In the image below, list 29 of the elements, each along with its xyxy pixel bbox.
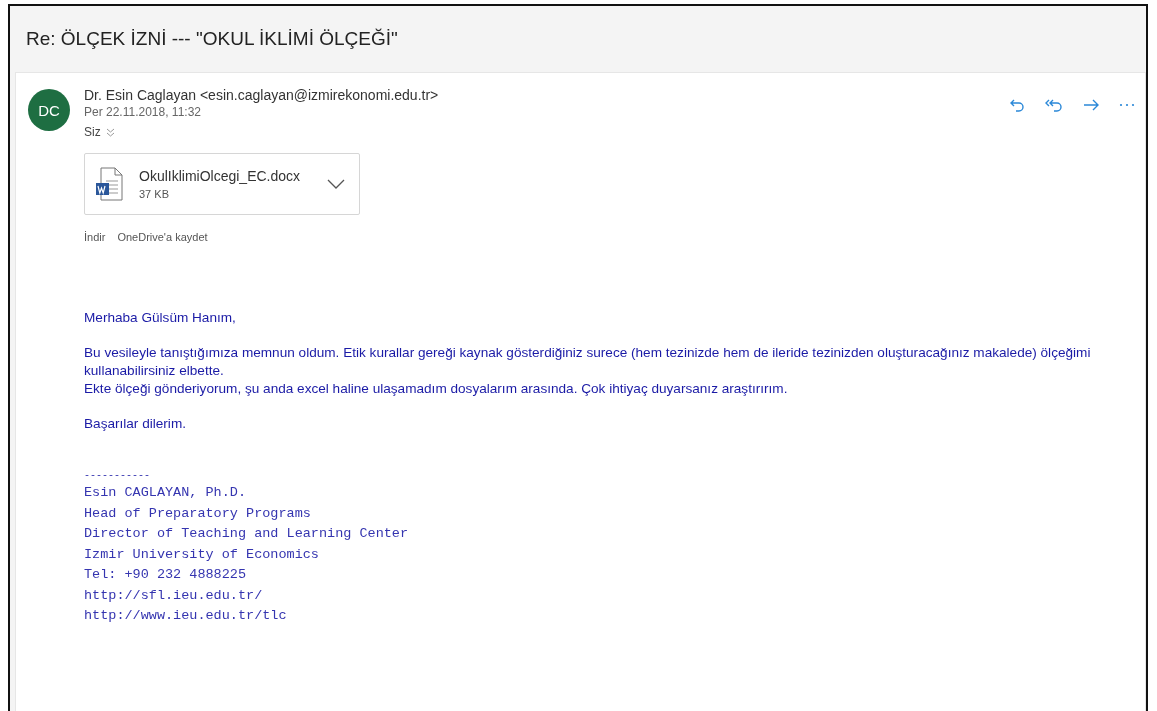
message-date: Per 22.11.2018, 11:32 bbox=[84, 105, 202, 119]
signature-line: ----------- bbox=[84, 469, 151, 483]
avatar: DC bbox=[28, 89, 70, 131]
more-icon[interactable] bbox=[1119, 103, 1135, 107]
signature-line: http://www.ieu.edu.tr/tlc bbox=[84, 607, 288, 625]
body-text: Merhaba Gülsüm Hanım, bbox=[84, 309, 237, 327]
attachment-action-link[interactable]: OneDrive'a kaydet bbox=[117, 231, 208, 243]
reply-icon[interactable] bbox=[1009, 97, 1025, 113]
recipient: Siz bbox=[84, 125, 101, 139]
forward-icon[interactable] bbox=[1083, 97, 1099, 113]
attachment-card[interactable]: OkulIklimiOlcegi_EC.docx 37 KB bbox=[84, 153, 360, 215]
signature-line: Director of Teaching and Learning Center bbox=[84, 525, 410, 543]
attachment-action-link[interactable]: İndir bbox=[84, 231, 106, 243]
signature-line: Esin CAGLAYAN, Ph.D. bbox=[84, 484, 248, 502]
signature-line: Izmir University of Economics bbox=[84, 545, 320, 564]
expand-icon[interactable] bbox=[105, 127, 115, 137]
signature-line: Tel: +90 232 4888225 bbox=[84, 566, 248, 584]
chevron-down-icon[interactable] bbox=[327, 179, 345, 189]
body-text: Ekte ölçeği gönderiyorum, şu anda excel haline ulaşamadım dosyalarım arasında. Çok ihtiyaç duyarsanız araştırırım. bbox=[84, 380, 789, 398]
signature-line: http://sfl.ieu.edu.tr/ bbox=[84, 586, 264, 605]
word-document-icon bbox=[95, 167, 123, 201]
body-text: Başarılar dilerim. bbox=[84, 415, 187, 433]
attachment-size: 37 KB bbox=[139, 188, 170, 200]
signature-line: Head of Preparatory Programs bbox=[84, 504, 312, 523]
attachment-name: OkulIklimiOlcegi_EC.docx bbox=[139, 168, 302, 184]
reply-all-icon[interactable] bbox=[1045, 97, 1063, 113]
sender-name: Dr. Esin Caglayan <esin.caglayan@izmirekonomi.edu.tr> bbox=[84, 87, 439, 103]
email-subject: Re: ÖLÇEK İZNİ --- "OKUL İKLİMİ ÖLÇEĞİ" bbox=[26, 28, 398, 50]
body-text: Bu vesileyle tanıştığımıza memnun oldum. Etik kurallar gereği kaynak gösterdiğiniz surece (hem tezinizde hem de ileride tezinizden oluşturacağınız makalede) ölçeğimi kullanabilirsiniz elbette. bbox=[84, 344, 1092, 380]
